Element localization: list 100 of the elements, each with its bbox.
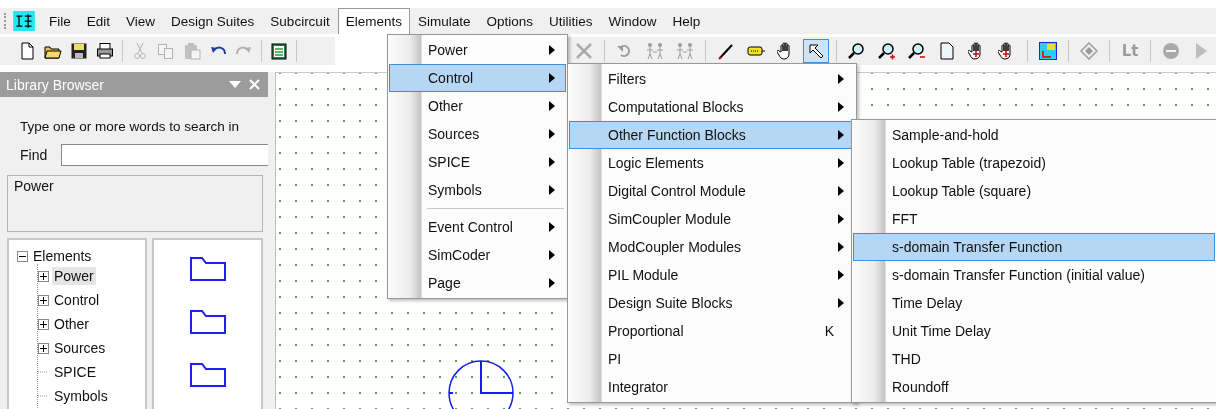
- menu-item[interactable]: SimCoder: [389, 241, 566, 269]
- pointer-arrow-icon: [807, 42, 825, 60]
- floppy-icon: [70, 42, 88, 60]
- chip-icon: [1039, 42, 1057, 60]
- magnifier-icon: [848, 42, 866, 60]
- tree-item[interactable]: Power: [52, 267, 96, 285]
- menu-item[interactable]: Simulate: [409, 8, 479, 34]
- description-text: Power: [14, 178, 54, 194]
- menu-item[interactable]: Digital Control Module: [569, 177, 855, 205]
- stop-icon: [1162, 42, 1180, 60]
- menu-item[interactable]: Power: [389, 36, 566, 64]
- menu-item[interactable]: s-domain Transfer Function (initial value): [853, 261, 1215, 289]
- tree-item[interactable]: Other: [52, 315, 91, 333]
- menu-item[interactable]: File: [41, 8, 79, 34]
- menu-item[interactable]: Subcircuit: [262, 8, 338, 34]
- menu-item[interactable]: Sample-and-hold: [853, 121, 1215, 149]
- expand-icon[interactable]: [38, 342, 49, 354]
- submenu-arrow-icon: [838, 186, 844, 196]
- flip-figures-icon: [676, 42, 694, 60]
- submenu-arrow-icon: [838, 298, 844, 308]
- menu-item[interactable]: FFT: [853, 205, 1215, 233]
- submenu-arrow-icon: [838, 270, 844, 280]
- menu-item[interactable]: Lookup Table (trapezoid): [853, 149, 1215, 177]
- menu-item[interactable]: s-domain Transfer Function: [853, 233, 1215, 261]
- menu-item[interactable]: Control: [389, 64, 566, 92]
- expand-icon[interactable]: [38, 294, 49, 306]
- submenu-arrow-icon: [838, 214, 844, 224]
- submenu-arrow-icon: [838, 130, 844, 140]
- menu-item[interactable]: Elements: [337, 8, 410, 34]
- submenu-arrow-icon: [838, 74, 844, 84]
- tree-item[interactable]: Elements: [31, 247, 94, 265]
- menu-item[interactable]: SPICE: [389, 148, 566, 176]
- scissors-icon: [131, 42, 149, 60]
- undo-icon: [210, 45, 226, 57]
- menu-item[interactable]: Logic Elements: [569, 149, 855, 177]
- pencil-icon: [717, 42, 735, 60]
- tree-item[interactable]: Control: [52, 291, 102, 309]
- toolbar-button[interactable]: [803, 39, 829, 63]
- menu-item[interactable]: PI: [569, 345, 855, 373]
- menu-item[interactable]: ModCoupler Modules: [569, 233, 855, 261]
- submenu-arrow-icon: [838, 242, 844, 252]
- expand-icon[interactable]: [38, 270, 49, 282]
- menu-item[interactable]: Computational Blocks: [569, 93, 855, 121]
- clock-symbol: [447, 360, 517, 409]
- folder-icon[interactable]: [189, 363, 226, 387]
- app-logo-icon: [13, 11, 35, 31]
- menu-item[interactable]: Design Suites: [163, 8, 263, 34]
- menu-item[interactable]: Roundoff: [853, 373, 1215, 401]
- menu-item[interactable]: Proportional K: [569, 317, 855, 345]
- folder-icon[interactable]: [189, 257, 226, 281]
- menu-item[interactable]: Lookup Table (square): [853, 177, 1215, 205]
- submenu-arrow-icon: [838, 102, 844, 112]
- menu-item[interactable]: Options: [478, 8, 541, 34]
- submenu-arrow-icon: [549, 101, 555, 111]
- menu-item[interactable]: Filters: [569, 65, 855, 93]
- tree-item[interactable]: SPICE: [52, 363, 98, 381]
- menu-item[interactable]: Page: [389, 269, 566, 297]
- redo-icon: [236, 45, 252, 57]
- menu-item[interactable]: THD: [853, 345, 1215, 373]
- submenu-arrow-icon: [838, 158, 844, 168]
- copy-icon: [157, 42, 175, 60]
- menu-item[interactable]: Sources: [389, 120, 566, 148]
- collapse-icon[interactable]: [17, 250, 28, 262]
- menu-item[interactable]: Design Suite Blocks: [569, 289, 855, 317]
- menu-item[interactable]: Edit: [78, 8, 119, 34]
- clipboard-icon: [183, 42, 201, 60]
- new-page-icon: [18, 42, 36, 60]
- clipboard-icon: [270, 42, 288, 60]
- flip-figures-icon: [646, 42, 664, 60]
- submenu-arrow-icon: [549, 45, 555, 55]
- tree-item[interactable]: Sources: [52, 339, 108, 357]
- submenu-arrow-icon: [549, 73, 555, 83]
- menu-item[interactable]: Symbols: [389, 176, 566, 204]
- submenu-arrow-icon: [549, 129, 555, 139]
- menu-item[interactable]: Help: [664, 8, 709, 34]
- menu-item[interactable]: Utilities: [541, 8, 601, 34]
- delete-icon: [575, 42, 593, 60]
- menu-item[interactable]: Integrator: [569, 373, 855, 401]
- expand-icon[interactable]: [38, 318, 49, 330]
- folder-icon[interactable]: [189, 310, 226, 334]
- submenu-arrow-icon: [549, 278, 555, 288]
- find-label: Find: [20, 147, 48, 163]
- menu-item[interactable]: Other: [389, 92, 566, 120]
- dropdown-icon[interactable]: [229, 81, 241, 88]
- menu-item[interactable]: SimCoupler Module: [569, 205, 855, 233]
- panel-title: Library Browser: [6, 76, 106, 93]
- menu-item[interactable]: Time Delay: [853, 289, 1215, 317]
- find-field[interactable]: [61, 144, 268, 166]
- search-hint: Type one or more words to search in: [20, 119, 241, 134]
- submenu-arrow-icon: [549, 157, 555, 167]
- tree-item[interactable]: Symbols: [52, 387, 110, 405]
- zoom-in-icon: [878, 42, 896, 60]
- menu-item[interactable]: View: [118, 8, 164, 34]
- menu-item[interactable]: PIL Module: [569, 261, 855, 289]
- close-icon[interactable]: [249, 79, 260, 90]
- submenu-arrow-icon: [549, 222, 555, 232]
- shortcut-key: K: [824, 323, 834, 339]
- zoom-out-icon: [908, 42, 926, 60]
- menu-item[interactable]: Window: [600, 8, 665, 34]
- menu-item[interactable]: Unit Time Delay: [853, 317, 1215, 345]
